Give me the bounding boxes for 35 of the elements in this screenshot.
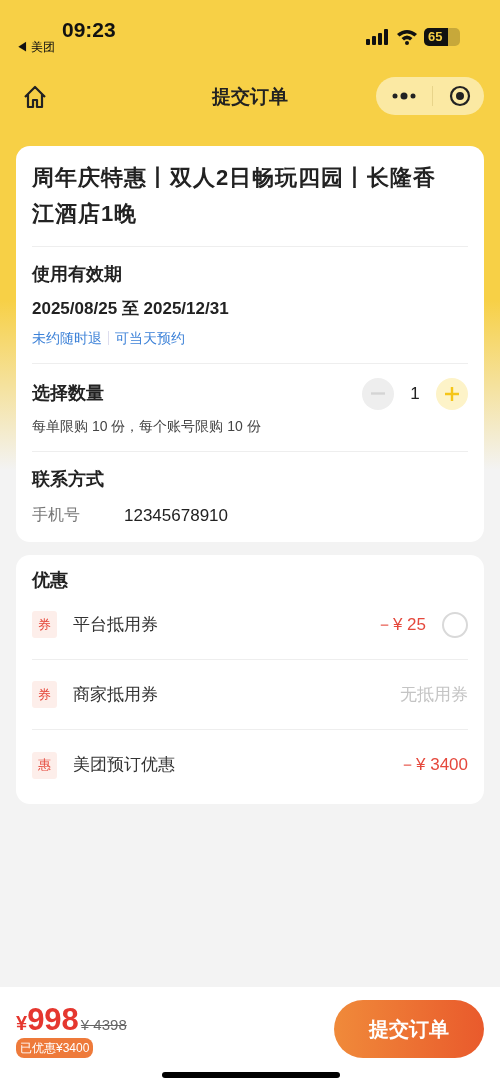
signal-icon [366, 29, 390, 45]
quantity-value: 1 [409, 382, 421, 405]
policy-tag: 未约随时退 [32, 327, 102, 349]
section-heading: 优惠 [32, 569, 69, 592]
no-coupon-text: 无抵用券 [400, 683, 468, 706]
battery-level: 65 [427, 28, 443, 46]
section-heading: 使用有效期 [32, 263, 123, 286]
section-heading: 选择数量 [32, 382, 104, 405]
policy-tag: 可当天预约 [115, 327, 185, 349]
total-price: 998 [27, 1001, 79, 1039]
validity-dates: 2025/08/25 至 2025/12/31 [32, 298, 230, 320]
purchase-limit-note: 每单限购 10 份，每个账号限购 10 份 [32, 416, 262, 436]
discount-label: 商家抵用券 [73, 683, 158, 706]
more-icon[interactable] [392, 92, 416, 100]
radio-button[interactable] [442, 611, 468, 638]
discount-amount: －¥ 25 [375, 613, 426, 636]
coupon-badge: 券 [32, 611, 57, 638]
savings-badge: 已优惠¥3400 [16, 1038, 94, 1058]
page-title: 提交订单 [212, 84, 288, 109]
section-heading: 联系方式 [32, 467, 105, 491]
wifi-icon [396, 29, 418, 45]
currency-symbol: ¥ [16, 1012, 28, 1036]
field-label: 手机号 [32, 505, 81, 526]
phone-number: 12345678910 [124, 504, 228, 527]
coupon-badge: 惠 [32, 751, 57, 779]
home-icon[interactable] [22, 84, 48, 110]
back-to-app-link[interactable]: ◀ 美团 [16, 38, 56, 56]
discount-label: 美团预订优惠 [73, 754, 175, 777]
coupon-badge: 券 [32, 681, 57, 708]
original-price: ¥ 4398 [80, 1015, 127, 1035]
product-title: 周年庆特惠丨双人2日畅玩四园丨长隆香江酒店1晚 [32, 146, 468, 247]
plus-icon [444, 385, 460, 402]
discount-label: 平台抵用券 [73, 613, 158, 636]
discount-amount: －¥ 3400 [399, 754, 468, 777]
status-time: 09:23 [62, 17, 116, 43]
